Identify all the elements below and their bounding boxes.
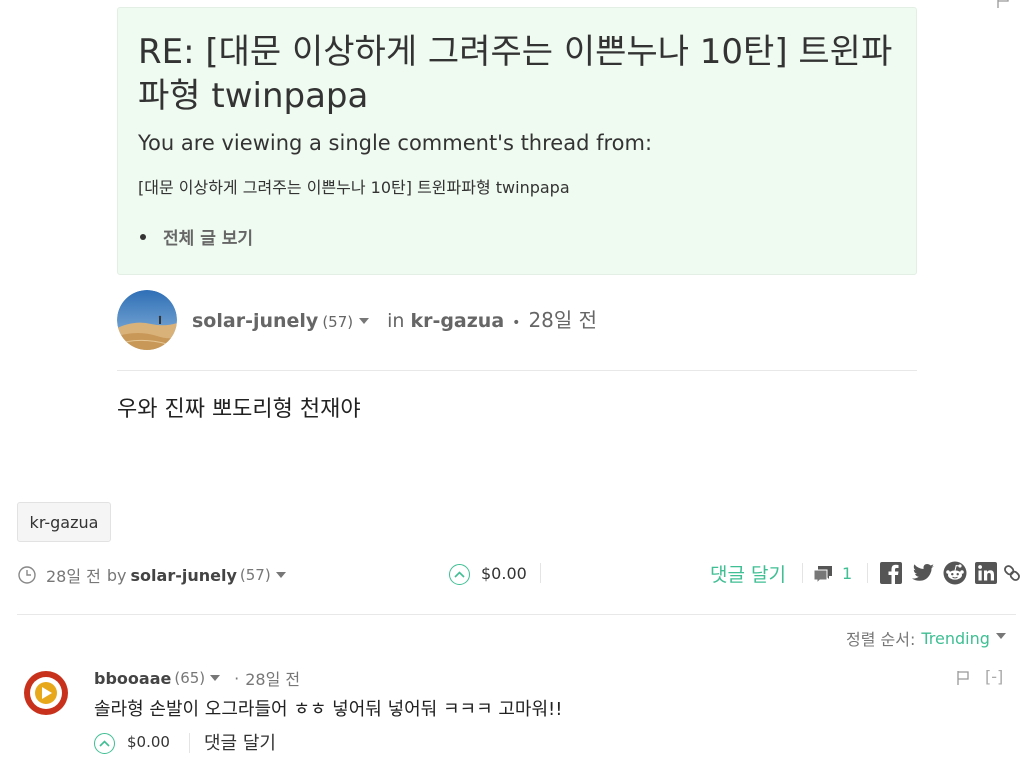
chevron-down-icon[interactable]	[359, 318, 370, 324]
reply-payout-value[interactable]: $0.00	[127, 733, 170, 751]
bullet	[140, 233, 146, 240]
reply-body: 솔라형 손발이 오그라들어 ㅎㅎ 넣어둬 넣어둬 ㅋㅋㅋ 고마워!!	[94, 699, 563, 720]
post-body: 우와 진짜 뽀도리형 천재야	[117, 397, 361, 422]
footer-time: 28일 전	[46, 567, 101, 586]
post-time: 28일 전	[528, 308, 598, 332]
thread-title: RE: [대문 이상하게 그려주는 이쁜누나 10탄] 트윈파파형 twinpa…	[138, 32, 893, 116]
flag-icon[interactable]	[955, 670, 971, 686]
view-full-post-item[interactable]: 전체 글 보기	[140, 224, 253, 249]
by-label: by	[106, 565, 127, 585]
divider	[867, 563, 868, 583]
view-full-post-link[interactable]: 전체 글 보기	[163, 224, 253, 249]
sort-value[interactable]: Trending	[921, 629, 990, 648]
sort-order[interactable]: 정렬 순서: Trending	[846, 626, 1006, 650]
chevron-down-icon[interactable]	[275, 572, 286, 578]
footer-author-reputation: (57)	[239, 566, 271, 584]
chevron-down-icon[interactable]	[995, 633, 1006, 639]
viewing-notice: You are viewing a single comment's threa…	[138, 131, 653, 155]
parent-post-link[interactable]: [대문 이상하게 그려주는 이쁜누나 10탄] 트윈파파형 twinpapa	[138, 174, 570, 198]
reddit-icon[interactable]	[943, 561, 967, 585]
reply-author-name[interactable]: bbooaae	[94, 669, 171, 688]
reply-time: 28일 전	[245, 670, 301, 689]
collapse-toggle[interactable]: [-]	[985, 667, 1003, 686]
upvote-icon[interactable]	[449, 564, 470, 585]
footer-author-name[interactable]: solar-junely	[131, 566, 237, 585]
community-link[interactable]: kr-gazua	[410, 310, 504, 332]
reply-author-reputation: (65)	[174, 669, 206, 687]
tag-chip[interactable]: kr-gazua	[17, 502, 111, 542]
twitter-icon[interactable]	[911, 561, 935, 585]
linkedin-icon[interactable]	[974, 561, 998, 585]
clock-icon	[18, 566, 36, 584]
reply-button[interactable]: 댓글 달기	[710, 560, 786, 587]
facebook-icon[interactable]	[879, 561, 903, 585]
in-label: in	[387, 310, 405, 332]
divider	[540, 563, 541, 583]
separator: ·	[234, 668, 240, 688]
author-reputation: (57)	[322, 313, 354, 331]
divider	[117, 370, 917, 371]
separator: •	[512, 315, 521, 331]
chevron-down-icon[interactable]	[210, 675, 221, 681]
divider	[189, 733, 190, 753]
divider	[802, 563, 803, 583]
upvote-icon[interactable]	[94, 733, 115, 754]
author-name[interactable]: solar-junely	[192, 310, 318, 332]
reply-author-line: bbooaae (65) · 28일 전	[94, 666, 300, 690]
post-author-line: solar-junely (57) in kr-gazua • 28일 전	[192, 304, 597, 333]
post-footer-meta: 28일 전 by solar-junely (57)	[18, 563, 286, 587]
comments-icon[interactable]	[812, 564, 834, 584]
link-icon[interactable]	[1004, 561, 1020, 585]
flag-icon[interactable]	[996, 0, 1010, 8]
avatar[interactable]	[117, 290, 177, 350]
sort-label: 정렬 순서:	[846, 630, 916, 649]
comment-count[interactable]: 1	[842, 564, 852, 583]
payout-value[interactable]: $0.00	[481, 564, 527, 583]
avatar[interactable]	[20, 667, 72, 719]
divider	[17, 614, 1016, 615]
reply-button[interactable]: 댓글 달기	[204, 729, 276, 755]
